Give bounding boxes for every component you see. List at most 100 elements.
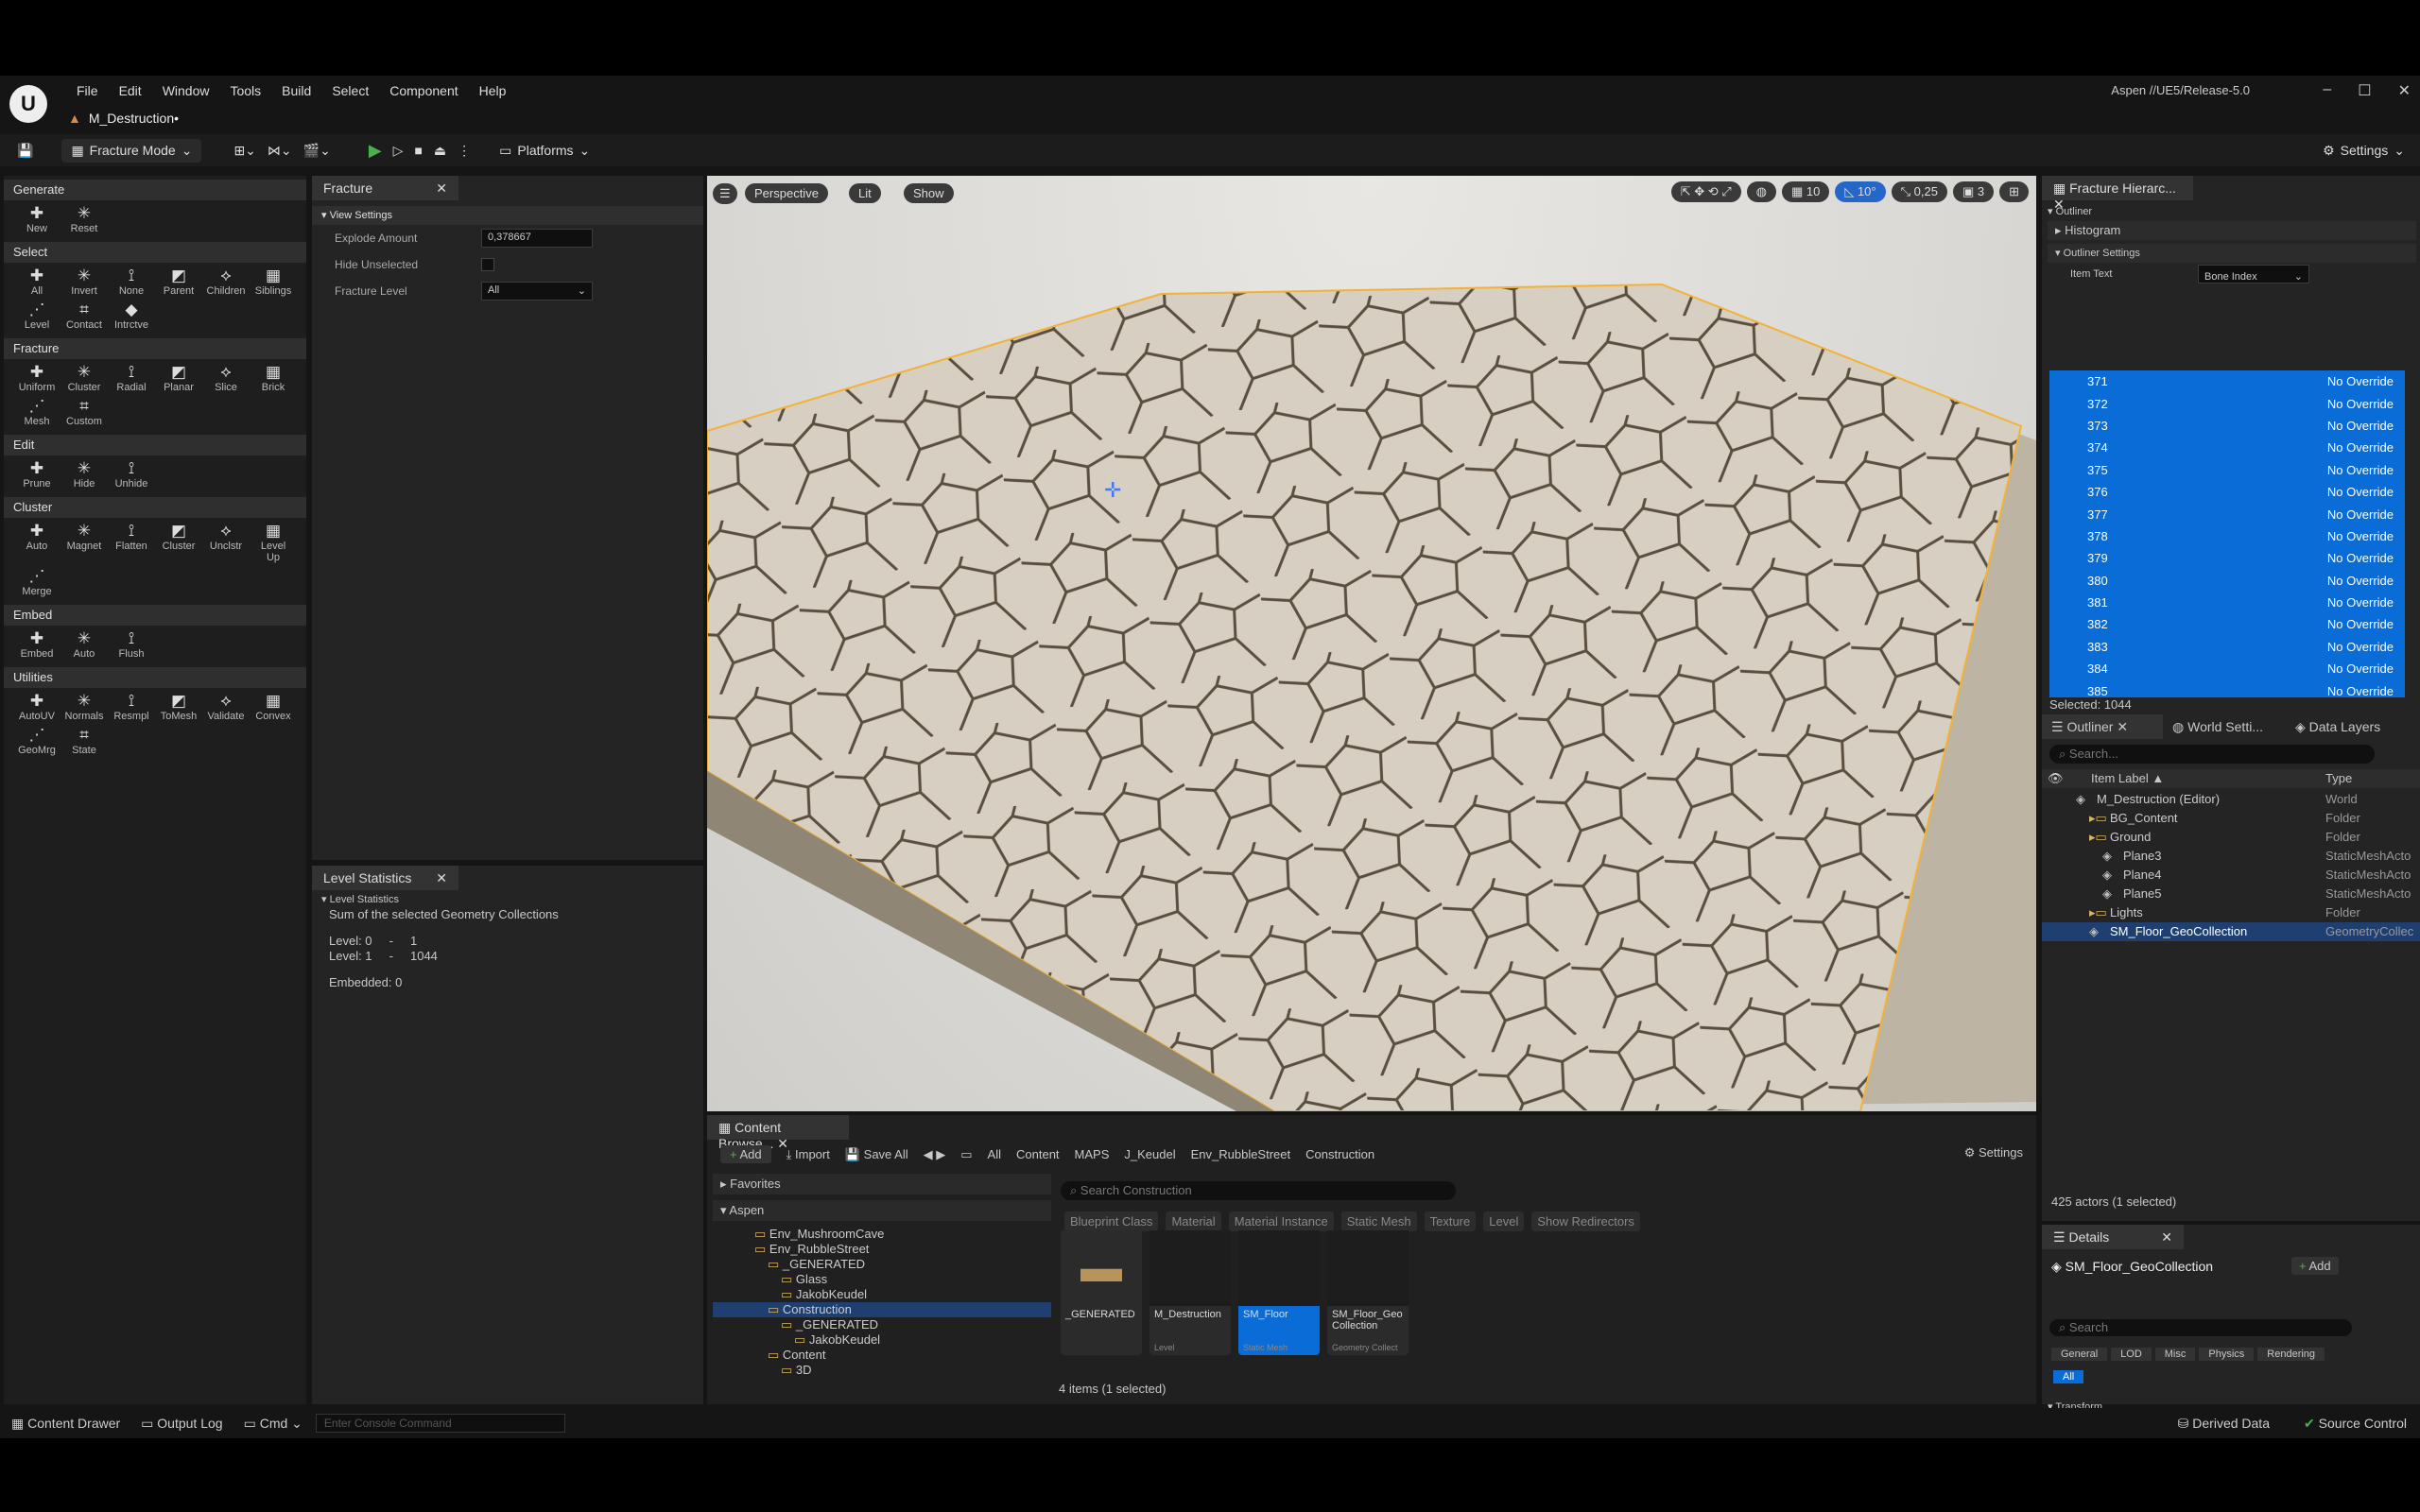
section-generate[interactable]: Generate <box>4 180 306 200</box>
asset-generated[interactable]: ▬ _GENERATED <box>1061 1230 1142 1355</box>
tool-utilities-normals[interactable]: ✳ Normals <box>64 692 104 722</box>
add-button[interactable]: + Add <box>720 1145 771 1163</box>
filter-blueprint-class[interactable]: Blueprint Class <box>1064 1211 1159 1231</box>
tab-content-browser[interactable]: ▦ Content Browse... ✕ <box>707 1115 849 1151</box>
minimize-icon[interactable]: – <box>2323 81 2331 100</box>
section-cluster[interactable]: Cluster <box>4 497 306 518</box>
tool-cluster-cluster[interactable]: ◩ Cluster <box>159 522 199 563</box>
filter-texture[interactable]: Texture <box>1424 1211 1477 1231</box>
tool-cluster-flatten[interactable]: ⟟ Flatten <box>112 522 151 563</box>
angle-snap-button[interactable]: ◺ 10° <box>1835 181 1886 202</box>
eject-icon[interactable]: ⏏ <box>434 143 446 159</box>
import-button[interactable]: ⤓ Import <box>786 1147 830 1162</box>
close-icon[interactable]: ✕ <box>2117 719 2128 734</box>
favorites-header[interactable]: ▸ Favorites <box>713 1174 1051 1194</box>
tool-embed-flush[interactable]: ⟟ Flush <box>112 629 151 660</box>
folder-tree-item[interactable]: ▭ _GENERATED <box>713 1257 1051 1272</box>
content-drawer-button[interactable]: ▦ Content Drawer <box>11 1416 120 1432</box>
bone-row[interactable]: 383 No Override <box>2049 636 2405 658</box>
tool-cluster-magnet[interactable]: ✳ Magnet <box>64 522 104 563</box>
outliner-row[interactable]: ◈ SM_Floor_GeoCollection GeometryCollec <box>2042 922 2420 941</box>
breadcrumb-content[interactable]: Content <box>1016 1147 1060 1161</box>
close-icon[interactable]: ✕ <box>2161 1229 2172 1246</box>
cmd-dropdown[interactable]: ▭ Cmd ⌄ <box>244 1416 302 1432</box>
section-select[interactable]: Select <box>4 242 306 263</box>
outliner-section[interactable]: ▾ Outliner <box>2048 202 2416 221</box>
level-viewport[interactable]: ✛ ☰ Perspective Lit Show ⇱ ✥ ⟲ ⤢ ◍ ▦ 10 … <box>707 176 2036 1111</box>
view-settings-header[interactable]: ▾ View Settings <box>312 206 703 225</box>
bone-row[interactable]: 376 No Override <box>2049 481 2405 503</box>
tab-details[interactable]: ☰ Details ✕ <box>2042 1225 2184 1249</box>
filter-material-instance[interactable]: Material Instance <box>1228 1211 1334 1231</box>
bone-row[interactable]: 385 No Override <box>2049 679 2405 697</box>
transform-gizmo[interactable]: ✛ <box>1104 478 1121 503</box>
menu-edit[interactable]: Edit <box>109 81 152 100</box>
add-actor-icon[interactable]: ⊞⌄ <box>233 143 255 159</box>
filter-general[interactable]: General <box>2051 1348 2108 1361</box>
tool-embed-embed[interactable]: ✚ Embed <box>17 629 57 660</box>
bone-row[interactable]: 377 No Override <box>2049 503 2405 524</box>
tab-outliner[interactable]: ☰ Outliner ✕ <box>2042 714 2163 739</box>
tool-edit-prune[interactable]: ✚ Prune <box>17 459 57 490</box>
outliner-row[interactable]: ▸▭ Lights Folder <box>2042 903 2420 922</box>
tool-fracture-cluster[interactable]: ✳ Cluster <box>64 363 104 393</box>
tool-select-siblings[interactable]: ▦ Siblings <box>253 266 293 297</box>
cinematics-icon[interactable]: 🎬⌄ <box>303 143 331 159</box>
filter-rendering[interactable]: Rendering <box>2257 1348 2325 1361</box>
filter-material[interactable]: Material <box>1166 1211 1221 1231</box>
perspective-button[interactable]: Perspective <box>745 183 828 203</box>
outliner-row[interactable]: ◈ M_Destruction (Editor) World <box>2042 790 2420 809</box>
tool-select-all[interactable]: ✚ All <box>17 266 57 297</box>
breadcrumb-maps[interactable]: MAPS <box>1075 1147 1110 1161</box>
bone-row[interactable]: 373 No Override <box>2049 415 2405 437</box>
tool-utilities-convex[interactable]: ▦ Convex <box>253 692 293 722</box>
play-icon[interactable]: ▶ <box>369 141 382 161</box>
bone-row[interactable]: 381 No Override <box>2049 592 2405 613</box>
asset-m-destruction[interactable]: M_Destruction Level <box>1150 1230 1231 1355</box>
camera-speed-button[interactable]: ▣ 3 <box>1952 181 1995 202</box>
tool-fracture-planar[interactable]: ◩ Planar <box>159 363 199 393</box>
tool-cluster-level-up[interactable]: ▦ Level Up <box>253 522 293 563</box>
eye-icon[interactable]: 👁 <box>2048 769 2064 788</box>
tool-fracture-slice[interactable]: ⟡ Slice <box>206 363 246 393</box>
close-icon[interactable]: ✕ <box>2398 81 2411 100</box>
bone-row[interactable]: 375 No Override <box>2049 459 2405 481</box>
menu-window[interactable]: Window <box>152 81 220 100</box>
asset-sm-floor-geo-collection[interactable]: SM_Floor_Geo Collection Geometry Collect <box>1327 1230 1409 1355</box>
folder-tree-item[interactable]: ▭ Env_RubbleStreet <box>713 1242 1051 1257</box>
settings-button[interactable]: ⚙ Settings ⌄ <box>2323 143 2405 159</box>
tool-select-parent[interactable]: ◩ Parent <box>159 266 199 297</box>
folder-tree-item[interactable]: ▭ _GENERATED <box>713 1317 1051 1332</box>
folder-tree-item[interactable]: ▭ 3D <box>713 1363 1051 1378</box>
filter-show-redirectors[interactable]: Show Redirectors <box>1531 1211 1640 1231</box>
close-icon[interactable]: ✕ <box>436 180 447 197</box>
layout-icon[interactable]: ⊞ <box>1999 181 2029 202</box>
platforms-button[interactable]: ▭ Platforms ⌄ <box>499 143 590 159</box>
tool-utilities-resmpl[interactable]: ⟟ Resmpl <box>112 692 151 722</box>
filter-static-mesh[interactable]: Static Mesh <box>1340 1211 1417 1231</box>
blueprint-icon[interactable]: ⋈⌄ <box>268 143 292 159</box>
grid-snap-button[interactable]: ▦ 10 <box>1781 181 1830 202</box>
folder-tree-item[interactable]: ▭ JakobKeudel <box>713 1287 1051 1302</box>
folder-tree-item[interactable]: ▭ Content <box>713 1348 1051 1363</box>
save-icon[interactable]: 💾 <box>17 143 33 159</box>
world-icon[interactable]: ◍ <box>1746 181 1776 202</box>
tool-utilities-autouv[interactable]: ✚ AutoUV <box>17 692 57 722</box>
viewport-menu-icon[interactable]: ☰ <box>713 183 737 204</box>
section-utilities[interactable]: Utilities <box>4 667 306 688</box>
menu-file[interactable]: File <box>66 81 109 100</box>
tool-generate-reset[interactable]: ✳ Reset <box>64 204 104 234</box>
all-filter[interactable]: All <box>2053 1370 2084 1383</box>
save-all-button[interactable]: 💾 Save All <box>845 1147 908 1162</box>
source-control-button[interactable]: ✔ Source Control <box>2304 1416 2407 1432</box>
breadcrumb-all[interactable]: All <box>988 1147 1001 1161</box>
menu-build[interactable]: Build <box>271 81 321 100</box>
tool-fracture-mesh[interactable]: ⋰ Mesh <box>17 397 57 427</box>
tool-fracture-custom[interactable]: ⌗ Custom <box>64 397 104 427</box>
tool-utilities-validate[interactable]: ⟡ Validate <box>206 692 246 722</box>
section-fracture[interactable]: Fracture <box>4 338 306 359</box>
tool-edit-hide[interactable]: ✳ Hide <box>64 459 104 490</box>
section-embed[interactable]: Embed <box>4 605 306 626</box>
close-icon[interactable]: ✕ <box>436 870 447 886</box>
tool-cluster-unclstr[interactable]: ⟡ Unclstr <box>206 522 246 563</box>
